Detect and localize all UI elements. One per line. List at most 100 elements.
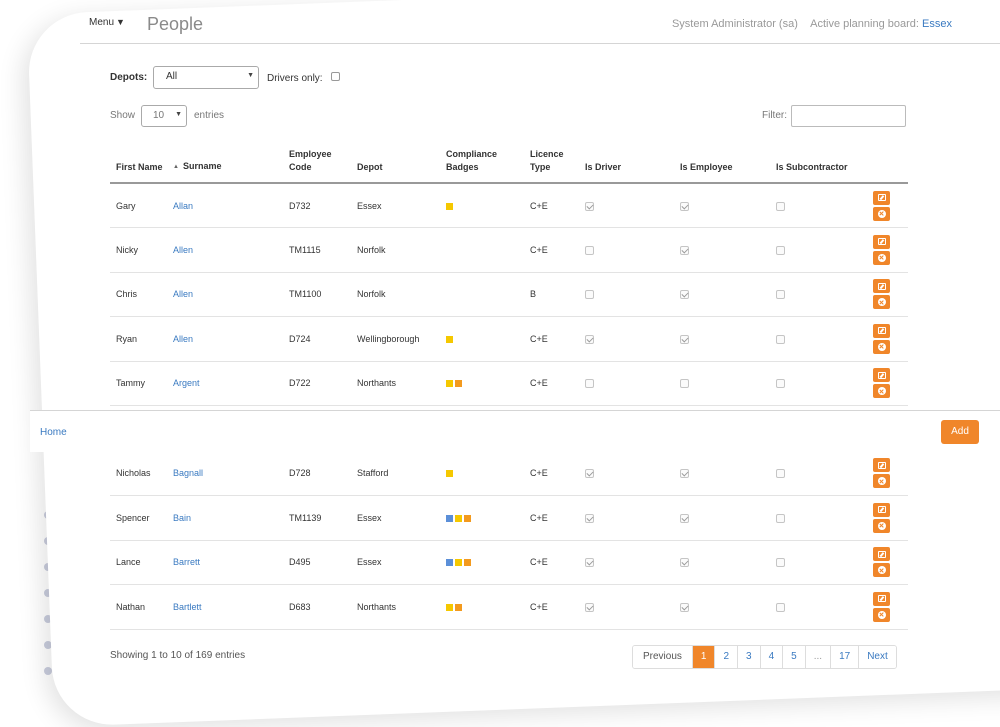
menu-button[interactable]: Menu ▼ — [89, 17, 125, 28]
employee-code-cell: D724 — [283, 316, 351, 362]
surname-cell-text[interactable]: Argent — [173, 378, 200, 388]
col-first-name[interactable]: First Name — [110, 148, 167, 184]
active-board-link[interactable]: Essex — [922, 18, 952, 30]
depot-cell-text: Wellingborough — [357, 333, 420, 344]
licence-type-cell: B — [524, 272, 579, 317]
table-info: Showing 1 to 10 of 169 entries — [110, 650, 246, 661]
filter-input[interactable] — [791, 105, 906, 127]
edit-icon — [877, 506, 886, 514]
drivers-only-checkbox[interactable] — [331, 72, 340, 81]
pagination-page[interactable]: 5 — [783, 646, 806, 668]
edit-button[interactable] — [873, 323, 890, 338]
is-driver-checkbox — [585, 558, 594, 568]
edit-button[interactable] — [873, 279, 890, 294]
col-surname[interactable]: ▲ Surname — [167, 148, 283, 184]
surname-cell-text[interactable]: Allen — [173, 245, 193, 255]
pagination-page[interactable]: 2 — [715, 646, 739, 668]
edit-button[interactable] — [873, 547, 890, 562]
edit-button[interactable] — [873, 368, 890, 383]
first-name-cell: Nicky — [110, 227, 167, 273]
employee-code-cell-text: TM1100 — [289, 289, 322, 300]
actions-cell — [858, 540, 908, 585]
depot-cell: Norfolk — [351, 272, 440, 317]
delete-button[interactable] — [873, 295, 890, 310]
depots-select[interactable]: All ▼ — [153, 66, 259, 89]
delete-button[interactable] — [873, 518, 890, 533]
surname-cell-text[interactable]: Bartlett — [173, 602, 202, 612]
edit-button[interactable] — [873, 591, 890, 606]
first-name-cell-text: Gary — [116, 200, 136, 211]
delete-button[interactable] — [873, 339, 890, 354]
col-depot[interactable]: Depot — [351, 148, 440, 184]
table-body-top: Gary Allan D732 Essex C+E Nicky Allen TM1115 Nor… — [110, 183, 908, 406]
user-name: System Administrator (sa) — [671, 18, 798, 30]
pagination-next[interactable]: Next — [859, 646, 896, 668]
delete-icon — [877, 477, 886, 485]
pagination-page[interactable]: 3 — [738, 646, 761, 668]
licence-type-cell: C+E — [524, 183, 579, 228]
is-employee-checkbox — [680, 469, 689, 479]
table-row: Tammy Argent D722 Northants C+E — [110, 361, 908, 406]
pagination-page[interactable]: 4 — [760, 646, 784, 668]
delete-button[interactable] — [873, 607, 890, 622]
surname-cell-text[interactable]: Allen — [173, 289, 193, 299]
edit-button[interactable] — [873, 234, 890, 249]
is-employee-checkbox — [680, 558, 689, 568]
is-employee-checkbox-cell — [674, 227, 770, 273]
delete-button[interactable] — [873, 206, 890, 221]
home-link[interactable]: Home — [40, 427, 67, 438]
table-row: Chris Allen TM1100 Norfolk B — [110, 272, 908, 317]
col-employee-code[interactable]: Employee Code — [283, 148, 351, 184]
is-driver-checkbox-cell — [579, 227, 674, 273]
is-subcontractor-checkbox — [776, 558, 785, 568]
delete-button[interactable] — [873, 384, 890, 399]
delete-button[interactable] — [873, 563, 890, 578]
page-length-select[interactable]: 10 ▼ — [141, 105, 187, 127]
is-subcontractor-checkbox — [776, 334, 785, 344]
depot-cell: Stafford — [351, 451, 440, 496]
delete-button[interactable] — [873, 474, 890, 488]
col-is-driver[interactable]: Is Driver — [579, 148, 674, 184]
first-name-cell: Gary — [110, 183, 167, 228]
col-licence-type[interactable]: Licence Type — [524, 148, 579, 184]
surname-cell-text[interactable]: Bain — [173, 513, 191, 523]
col-is-subcontractor[interactable]: Is Subcontractor — [770, 148, 858, 184]
surname-cell-text[interactable]: Allan — [173, 201, 193, 211]
surname-cell: Bartlett — [167, 584, 283, 630]
is-driver-checkbox-cell — [579, 183, 674, 228]
surname-cell-text[interactable]: Barrett — [173, 557, 200, 567]
pagination-previous[interactable]: Previous — [633, 646, 693, 668]
delete-icon — [877, 298, 886, 307]
edit-button[interactable] — [873, 458, 890, 472]
is-driver-checkbox-cell — [579, 316, 674, 362]
table-row: Nathan Bartlett D683 Northants C+E — [110, 584, 908, 630]
is-subcontractor-checkbox-cell — [770, 540, 858, 585]
is-driver-checkbox — [585, 379, 594, 389]
depot-cell-text: Essex — [357, 200, 382, 211]
page-footer-bar: Home Add — [30, 410, 1000, 452]
delete-button[interactable] — [873, 250, 890, 265]
edit-button[interactable] — [873, 502, 890, 517]
first-name-cell: Spencer — [110, 495, 167, 541]
table-length-controls: Show 10 ▼ entries Filter: — [110, 105, 906, 127]
row-actions — [864, 591, 908, 622]
employee-code-cell: D732 — [283, 183, 351, 228]
licence-type-cell: C+E — [524, 316, 579, 362]
is-subcontractor-checkbox — [776, 469, 785, 479]
depot-cell: Essex — [351, 495, 440, 541]
col-compliance-badges[interactable]: Compliance Badges — [440, 148, 524, 184]
col-is-employee[interactable]: Is Employee — [674, 148, 770, 184]
actions-cell — [858, 495, 908, 541]
pagination-page[interactable]: 1 — [692, 646, 716, 668]
depot-cell-text: Northants — [357, 378, 397, 389]
licence-type-text: C+E — [530, 601, 548, 612]
add-button[interactable]: Add — [941, 420, 979, 444]
surname-cell-text[interactable]: Allen — [173, 334, 193, 344]
depot-cell-text: Essex — [357, 512, 382, 523]
edit-button[interactable] — [873, 190, 890, 205]
employee-code-cell: D722 — [283, 361, 351, 406]
edit-icon — [877, 238, 886, 246]
pagination-page[interactable]: 17 — [831, 646, 860, 668]
surname-cell-text[interactable]: Bagnall — [173, 468, 203, 478]
is-driver-checkbox — [585, 201, 594, 211]
